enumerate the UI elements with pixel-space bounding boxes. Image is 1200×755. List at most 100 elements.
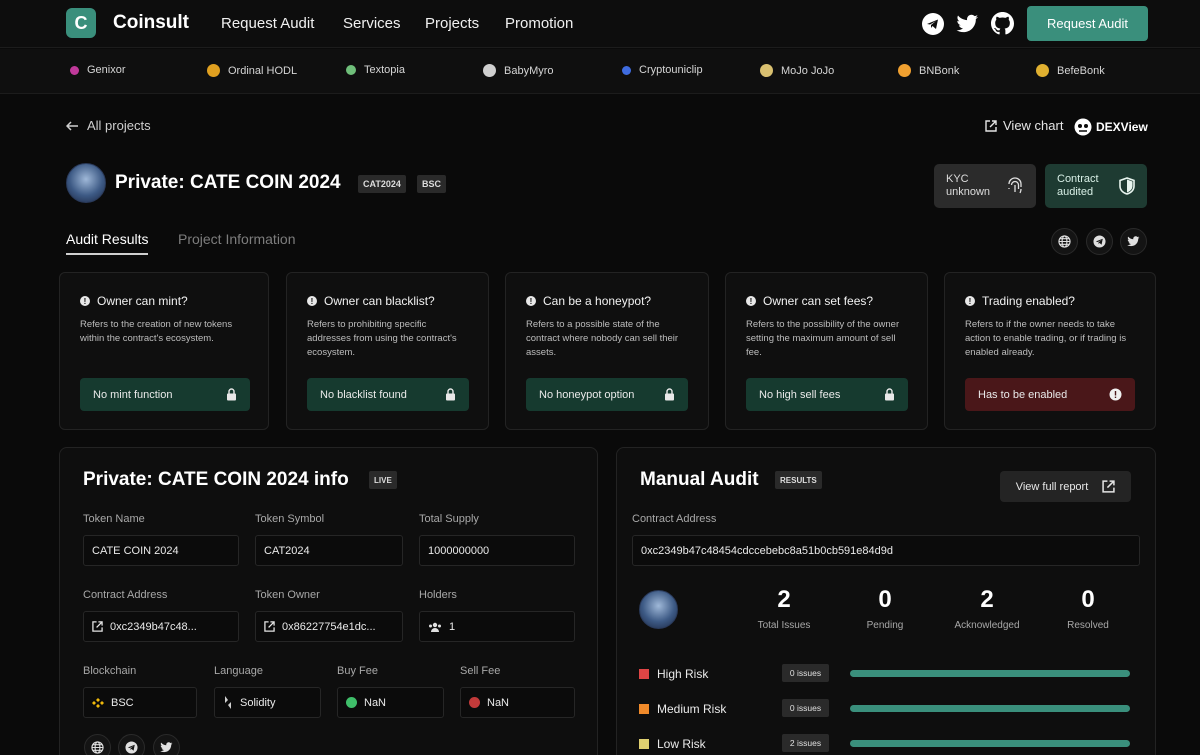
solidity-icon	[225, 696, 231, 709]
info-panel-title: Private: CATE COIN 2024 info	[83, 469, 349, 490]
stat-acknowledged: 2 Acknowledged	[954, 586, 1020, 631]
nav-services[interactable]: Services	[343, 15, 401, 32]
arrow-left-icon	[66, 120, 78, 131]
telegram-button[interactable]	[118, 734, 145, 755]
info-icon: !	[307, 296, 317, 306]
info-icon: !	[746, 296, 756, 306]
blockchain-field[interactable]: BSC	[83, 687, 197, 718]
external-link-icon	[92, 621, 103, 632]
symbol-tag: CAT2024	[358, 175, 406, 193]
nav-projects[interactable]: Projects	[425, 15, 479, 32]
twitter-icon[interactable]	[956, 12, 979, 35]
genixor-icon	[70, 65, 79, 75]
stat-total-issues: 2 Total Issues	[757, 586, 811, 631]
alert-icon	[1109, 388, 1122, 401]
total-supply-field[interactable]: 1000000000	[419, 535, 575, 566]
external-link-icon	[985, 119, 997, 132]
github-icon[interactable]	[991, 12, 1014, 35]
risk-row-high: High Risk	[639, 667, 708, 681]
twitter-icon	[160, 742, 173, 753]
token-name-field[interactable]: CATE COIN 2024	[83, 535, 239, 566]
low-risk-bar	[850, 740, 1130, 747]
website-button[interactable]	[1051, 228, 1078, 255]
all-projects-link[interactable]: All projects	[66, 118, 151, 133]
telegram-button[interactable]	[1086, 228, 1113, 255]
check-card-mint: ! Owner can mint? Refers to the creation …	[59, 272, 269, 430]
audit-contract-field[interactable]: 0xc2349b47c48454cdccebebc8a51b0cb591e84d…	[632, 535, 1140, 566]
brand-name[interactable]: Coinsult	[113, 12, 189, 34]
textopia-icon	[346, 65, 356, 75]
stat-resolved: 0 Resolved	[1067, 586, 1109, 631]
cryptouniclip-icon	[622, 65, 631, 75]
view-chart-link[interactable]: View chart	[985, 118, 1063, 133]
contract-audited-badge[interactable]: Contract audited	[1045, 164, 1147, 208]
project-avatar	[66, 163, 106, 203]
globe-icon	[91, 741, 104, 754]
low-risk-indicator	[639, 739, 649, 749]
ticker-item[interactable]: BefeBonk	[1036, 64, 1105, 77]
lock-icon	[446, 388, 455, 401]
lock-icon	[665, 388, 674, 401]
medium-risk-indicator	[639, 704, 649, 714]
twitter-button[interactable]	[1120, 228, 1147, 255]
ticker-item[interactable]: BNBonk	[898, 64, 959, 77]
request-audit-button[interactable]: Request Audit	[1027, 6, 1148, 41]
project-title: Private: CATE COIN 2024	[115, 172, 341, 193]
top-nav: C Coinsult Request Audit Services Projec…	[0, 0, 1200, 48]
dexview-link[interactable]: DEXView	[1074, 118, 1148, 136]
mojo-jojo-icon	[760, 64, 773, 77]
live-tag: LIVE	[369, 471, 397, 489]
ticker-item[interactable]: Cryptouniclip	[622, 64, 703, 76]
nav-promotion[interactable]: Promotion	[505, 15, 573, 32]
website-button[interactable]	[84, 734, 111, 755]
status-badge: No mint function	[80, 378, 250, 411]
sell-fee-indicator	[469, 697, 480, 708]
ticker-item[interactable]: Ordinal HODL	[207, 64, 297, 77]
chain-tag: BSC	[417, 175, 447, 193]
status-badge: No blacklist found	[307, 378, 469, 411]
high-risk-count: 0 issues	[782, 664, 829, 682]
tab-project-information[interactable]: Project Information	[178, 231, 296, 247]
status-badge: No honeypot option	[526, 378, 688, 411]
external-link-icon	[264, 621, 275, 632]
kyc-status-badge[interactable]: KYC unknown	[934, 164, 1036, 208]
ticker-item[interactable]: Genixor	[70, 64, 126, 76]
befebonk-icon	[1036, 64, 1049, 77]
sell-fee-field[interactable]: NaN	[460, 687, 575, 718]
lock-icon	[885, 388, 894, 401]
risk-row-medium: Medium Risk	[639, 702, 726, 716]
audit-project-avatar	[639, 590, 678, 629]
info-icon: !	[526, 296, 536, 306]
info-icon: !	[80, 296, 90, 306]
token-symbol-field[interactable]: CAT2024	[255, 535, 403, 566]
nav-request-audit[interactable]: Request Audit	[221, 15, 314, 32]
tab-audit-results[interactable]: Audit Results	[66, 231, 149, 255]
medium-risk-count: 0 issues	[782, 699, 829, 717]
coinsult-logo-icon[interactable]: C	[66, 8, 96, 38]
twitter-button[interactable]	[153, 734, 180, 755]
view-full-report-button[interactable]: View full report	[1000, 471, 1131, 502]
ticker-item[interactable]: Textopia	[346, 64, 405, 76]
ticker-item[interactable]: MoJo JoJo	[760, 64, 834, 77]
status-badge: No high sell fees	[746, 378, 908, 411]
bnbonk-icon	[898, 64, 911, 77]
ticker-item[interactable]: BabyMyro	[483, 64, 554, 77]
holders-field[interactable]: 1	[419, 611, 575, 642]
high-risk-bar	[850, 670, 1130, 677]
telegram-icon	[125, 741, 138, 754]
globe-icon	[1058, 235, 1071, 248]
dexview-logo-icon	[1074, 118, 1092, 136]
language-field[interactable]: Solidity	[214, 687, 321, 718]
contract-address-field[interactable]: 0xc2349b47c48...	[83, 611, 239, 642]
telegram-icon	[1093, 235, 1106, 248]
bnb-icon	[92, 697, 104, 708]
users-icon	[429, 622, 441, 632]
token-owner-field[interactable]: 0x86227754e1dc...	[255, 611, 403, 642]
check-card-trading: ! Trading enabled? Refers to if the owner…	[944, 272, 1156, 430]
shield-icon	[1119, 177, 1135, 195]
info-icon: !	[965, 296, 975, 306]
check-card-honeypot: ! Can be a honeypot? Refers to a possible…	[505, 272, 709, 430]
telegram-icon[interactable]	[921, 12, 944, 35]
buy-fee-field[interactable]: NaN	[337, 687, 444, 718]
twitter-icon	[1127, 236, 1140, 247]
